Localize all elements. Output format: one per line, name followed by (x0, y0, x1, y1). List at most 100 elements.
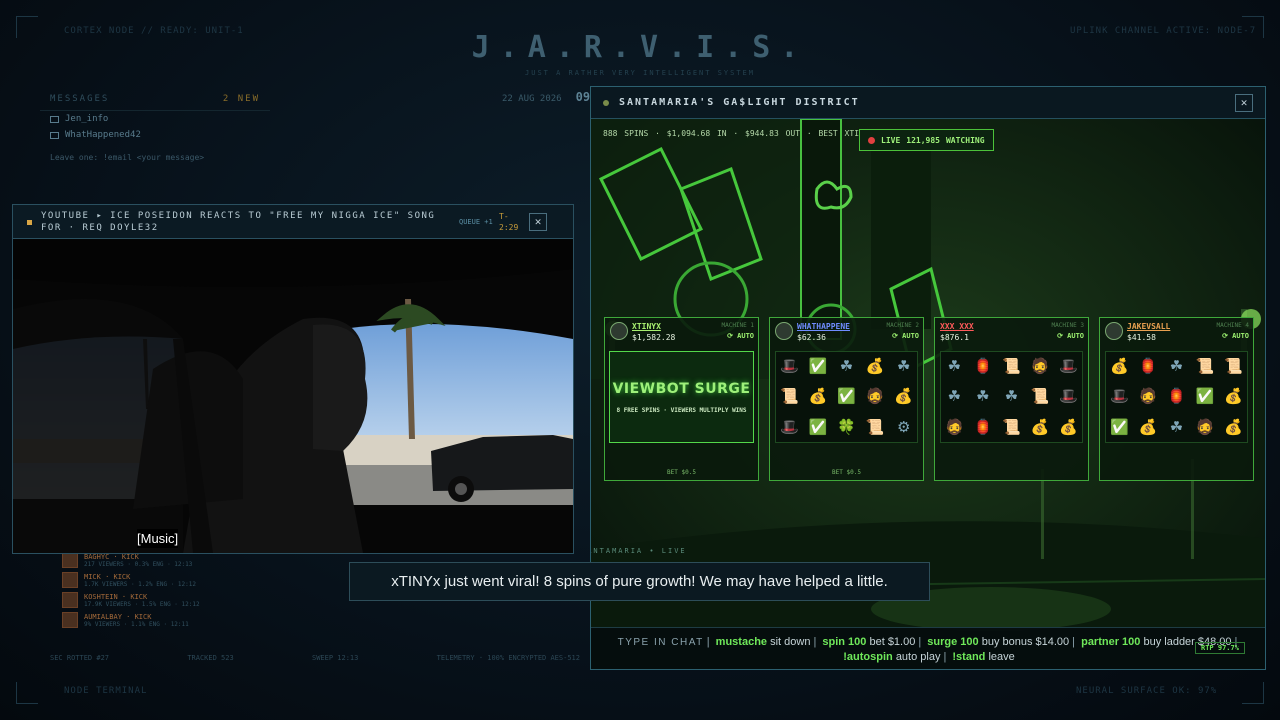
avatar (62, 552, 78, 568)
reel-symbol: 💰 (1030, 418, 1050, 437)
messages-panel: MESSAGES 2 NEW Jen_info WhatHappened42 L… (40, 88, 270, 198)
hud-corner (16, 682, 38, 704)
auto-toggle[interactable]: ⟳ AUTO (1216, 332, 1249, 340)
stream-stats: 1.7K VIEWERS · 1.2% ENG · 12:12 (84, 580, 196, 588)
reel-symbol: 🧔 (865, 387, 885, 406)
envelope-icon (50, 115, 59, 123)
jarvis-title: J.A.R.V.I.S. (471, 30, 809, 65)
reel-symbol: 📜 (1002, 356, 1021, 375)
messages-header: MESSAGES 2 NEW (40, 88, 270, 111)
player-name: WHATHAPPENE (797, 322, 850, 331)
avatar (62, 612, 78, 628)
machine-header: JAKEVSALL $41.58 MACHINE 4 ⟳ AUTO (1100, 318, 1253, 348)
chat-command: surge 100 (927, 636, 979, 648)
telemetry-bar: SEC ROTTED #27 TRACKED 523 SWEEP 12:13 T… (50, 654, 580, 662)
hud-corner (1242, 682, 1264, 704)
messages-new-badge: 2 NEW (222, 94, 260, 104)
reel-symbol: 💰 (1059, 418, 1079, 437)
reel-symbol: ☘ (839, 356, 854, 375)
queue-label: QUEUE +1 (459, 217, 493, 226)
chat-command: mustache (715, 636, 768, 648)
stream-name: KOSHTEIN · KICK (84, 592, 148, 601)
hud-faint-top-left: CORTEX NODE // READY: UNIT-1 (64, 26, 244, 36)
auto-toggle[interactable]: ⟳ AUTO (1051, 332, 1084, 340)
close-button[interactable]: ✕ (1235, 93, 1253, 112)
slot-machine-2[interactable]: WHATHAPPENE $62.36 MACHINE 2 ⟳ AUTO 🎩 ✅ ☘ 💰 ☘ … (769, 317, 924, 481)
reel-symbol: 🧔 (1195, 418, 1215, 437)
chat-command: !autospin (843, 651, 893, 663)
stream-row[interactable]: KOSHTEIN · KICK 17.9K VIEWERS · 1.5% ENG … (50, 590, 260, 610)
reel-symbol: ✅ (1195, 387, 1215, 406)
reel-symbol: 💰 (808, 387, 828, 406)
reel-symbol: 📜 (1002, 418, 1021, 437)
chat-command: partner 100 (1081, 636, 1141, 648)
reel-symbol: ☘ (1004, 387, 1019, 406)
jarvis-desktop: CORTEX NODE // READY: UNIT-1 UPLINK CHAN… (0, 0, 1280, 720)
reel-symbol: 📜 (865, 418, 885, 437)
reel-symbol: 🏮 (1167, 387, 1186, 406)
stream-stats: 17.9K VIEWERS · 1.5% ENG · 12:12 (84, 600, 200, 608)
avatar (62, 592, 78, 608)
hud-faint-bottom-right: NEURAL SURFACE OK: 97% (1076, 686, 1218, 696)
stream-stats: 217 VIEWERS · 0.3% ENG · 12:13 (84, 560, 193, 568)
chat-command-desc: bet $1.00 (869, 636, 916, 648)
reel-symbol: ⚙ (896, 418, 911, 437)
reel-symbol: 🍀 (837, 418, 856, 437)
chat-label: TYPE IN CHAT (617, 637, 704, 648)
player-name: XXX_XXX (940, 322, 974, 331)
player-name: XTINYX (632, 322, 661, 331)
close-button[interactable]: ✕ (529, 212, 547, 231)
slot-machine-1[interactable]: XTINYX $1,582.28 MACHINE 1 ⟳ AUTO VIEWBOT … (604, 317, 759, 481)
reel-symbol: 🎩 (779, 418, 799, 437)
telemetry-center: TELEMETRY · 100% ENCRYPTED AES-512 (436, 654, 580, 662)
message-sender: Jen_info (65, 114, 109, 124)
avatar (62, 572, 78, 588)
auto-toggle[interactable]: ⟳ AUTO (886, 332, 919, 340)
video-player[interactable]: [Music] (13, 239, 573, 553)
machine-number: MACHINE 2 (886, 322, 919, 329)
reel-symbol: ☘ (947, 387, 962, 406)
telemetry-tracked: TRACKED 523 (187, 654, 234, 662)
message-item[interactable]: Jen_info (40, 111, 270, 127)
telemetry-left: SEC ROTTED #27 (50, 654, 110, 662)
message-item[interactable]: WhatHappened42 (40, 127, 270, 143)
youtube-window: YOUTUBE ▸ ICE POSEIDON REACTS TO "FREE M… (12, 204, 574, 554)
messages-title: MESSAGES (50, 94, 110, 104)
player-name: JAKEVSALL (1127, 322, 1171, 331)
reel-symbol: ☘ (947, 356, 962, 375)
reel-symbol: 🏮 (973, 356, 993, 375)
viewbot-surge-banner: VIEWBOT SURGE 8 FREE SPINS · VIEWERS MUL… (609, 351, 754, 443)
stream-list: BAGHYC · KICK 217 VIEWERS · 0.3% ENG · 12… (50, 550, 260, 650)
reel-symbol: 💰 (865, 356, 885, 375)
bet-label: BET $0.5 (832, 469, 861, 476)
reel-symbol: 📜 (1030, 387, 1050, 406)
notification-toast: xTINYx just went viral! 8 spins of pure … (349, 562, 930, 601)
reel-symbol: 🏮 (973, 418, 993, 437)
reel-symbol: 💰 (894, 387, 914, 406)
stream-row[interactable]: AUMIALBAY · KICK 9% VIEWERS · 1.1% ENG · … (50, 610, 260, 630)
chat-command-desc: sit down (770, 636, 811, 648)
live-badge: LIVE 121,985 WATCHING (859, 129, 994, 151)
casino-title: SANTAMARIA'S GA$LIGHT DISTRICT (619, 97, 860, 108)
reel-symbol: 💰 (1224, 387, 1244, 406)
youtube-titlebar: YOUTUBE ▸ ICE POSEIDON REACTS TO "FREE M… (13, 205, 573, 239)
reel-symbol: 📜 (779, 387, 799, 406)
youtube-title: YOUTUBE ▸ ICE POSEIDON REACTS TO "FREE M… (41, 210, 436, 233)
avatar (775, 322, 793, 340)
auto-toggle[interactable]: ⟳ AUTO (721, 332, 754, 340)
machine-number: MACHINE 1 (721, 322, 754, 329)
surge-subtitle: 8 FREE SPINS · VIEWERS MULTIPLY WINS (616, 406, 747, 414)
date-label: 22 AUG 2026 (502, 94, 562, 104)
rtp-badge: RTP 97.7% (1195, 642, 1245, 654)
reel-symbol: 🎩 (779, 356, 799, 375)
slot-machine-4[interactable]: JAKEVSALL $41.58 MACHINE 4 ⟳ AUTO 💰 🏮 ☘ 📜 📜 🎩 🧔… (1099, 317, 1254, 481)
slot-machine-3[interactable]: XXX_XXX $876.1 MACHINE 3 ⟳ AUTO ☘ 🏮 📜 🧔 🎩 ☘ ☘ ☘ 📜… (934, 317, 1089, 481)
reel-grid: 💰 🏮 ☘ 📜 📜 🎩 🧔 🏮 ✅ 💰 ✅ 💰 ☘ 🧔 💰 (1105, 351, 1248, 443)
stream-row[interactable]: MICK · KICK 1.7K VIEWERS · 1.2% ENG · 12:… (50, 570, 260, 590)
reel-symbol: 📜 (1195, 356, 1215, 375)
date-clock: 22 AUG 2026 09 (502, 90, 590, 104)
player-balance: $62.36 (797, 333, 826, 342)
live-label: LIVE (881, 135, 901, 145)
jarvis-subtitle: JUST A RATHER VERY INTELLIGENT SYSTEM (525, 69, 755, 77)
telemetry-sweep: SWEEP 12:13 (312, 654, 359, 662)
